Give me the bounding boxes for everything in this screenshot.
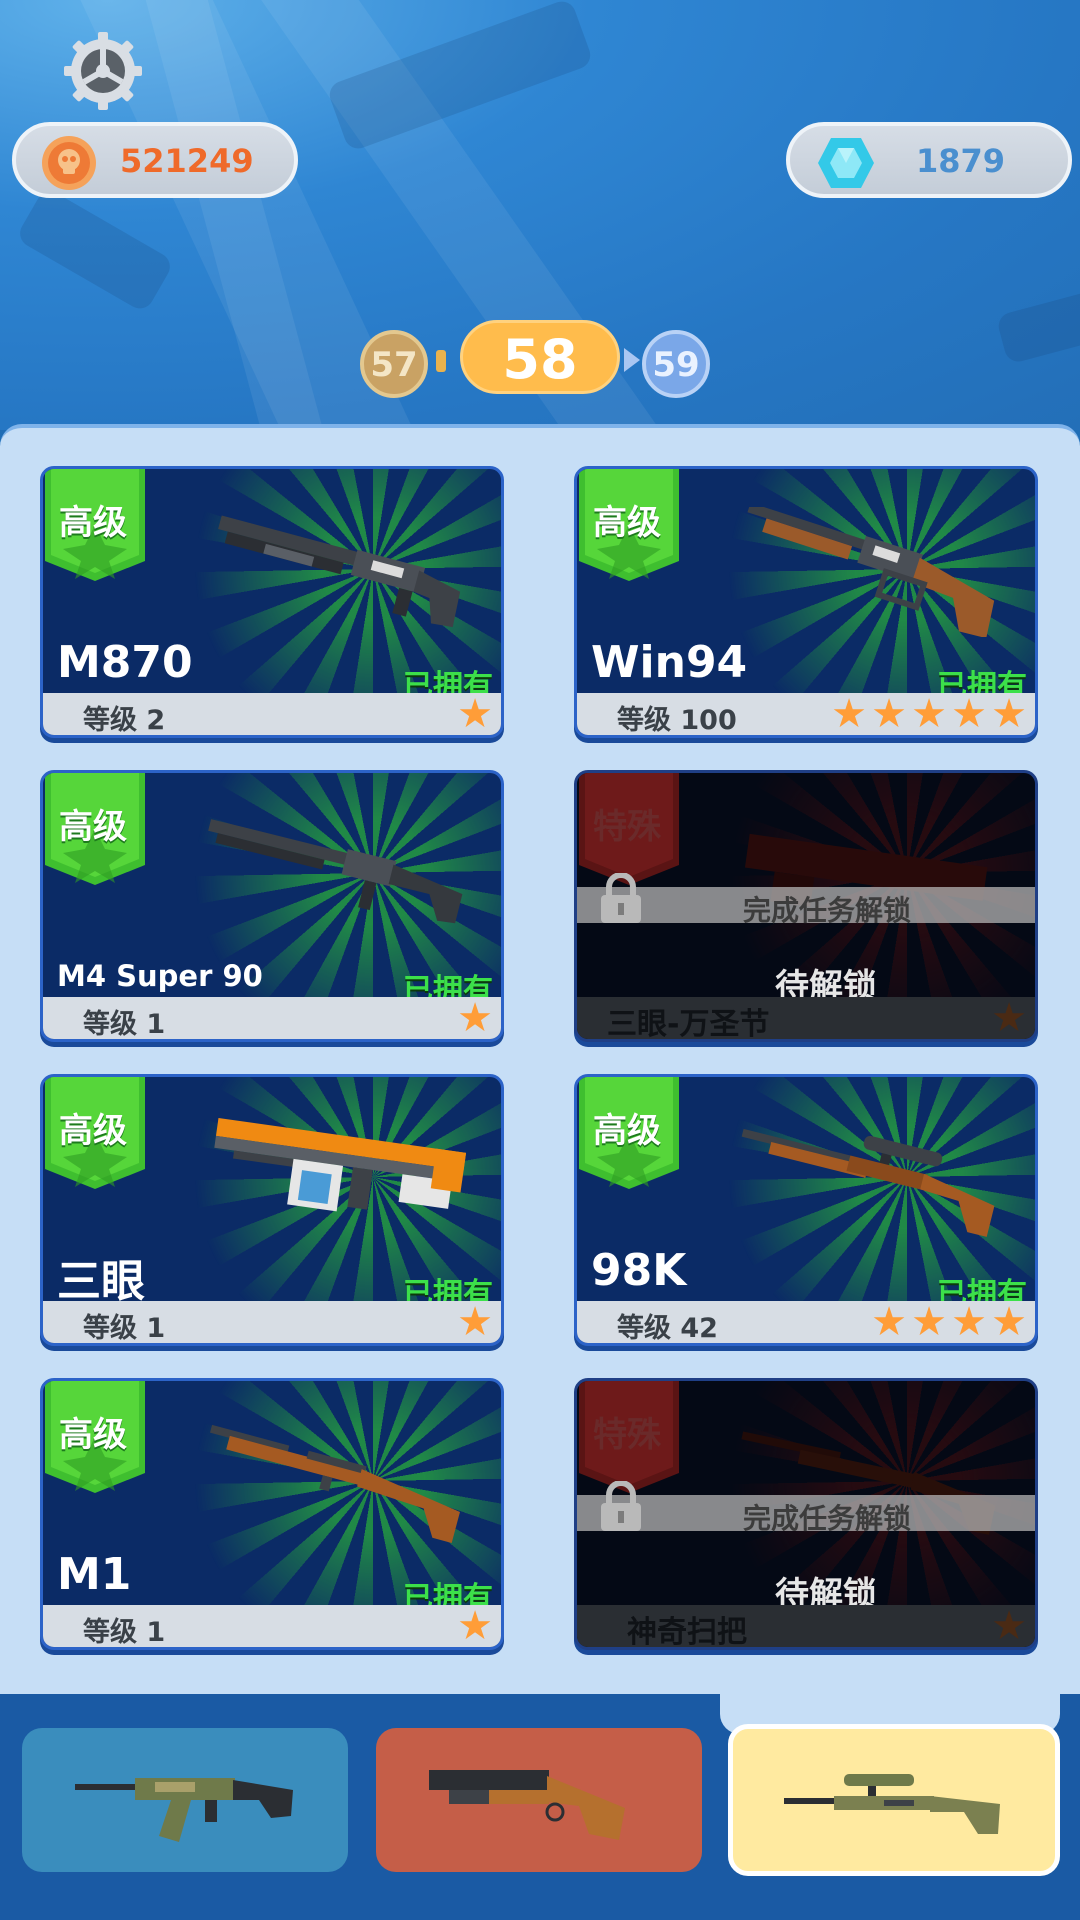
top-header: 521249 1879 57 58 59: [0, 0, 1080, 430]
star-icon: ★: [457, 1299, 493, 1345]
level-bar: 等级 100 ★ ★ ★ ★ ★: [577, 693, 1035, 735]
gem-balance[interactable]: 1879: [786, 122, 1072, 198]
star-icon: ★: [991, 995, 1027, 1041]
lock-icon: [601, 873, 641, 923]
tier-label: 高级: [59, 1111, 127, 1151]
background-gun-silhouette: [15, 186, 175, 314]
weapon-level: 等级 42: [617, 1313, 718, 1344]
star-rating: ★: [455, 1603, 495, 1649]
level-bar: 等级 2 ★: [43, 693, 501, 735]
weapon-card-m870[interactable]: 高级 M870 已拥有 等级 2 ★: [40, 466, 504, 738]
star-rating: ★: [455, 691, 495, 737]
star-icon: ★: [951, 691, 987, 737]
m1-rifle-icon: [209, 1424, 460, 1543]
tier-label: 特殊: [593, 1415, 661, 1455]
weapon-level: 等级 2: [83, 705, 166, 736]
star-rating: ★: [989, 1603, 1029, 1649]
weapon-card-sanyan[interactable]: 高级 三眼 已拥有 等级 1 ★: [40, 1074, 504, 1346]
weapon-name: M870: [57, 637, 193, 688]
lock-icon: [601, 1481, 641, 1531]
weapon-card-m4-super-90[interactable]: 高级 M4 Super 90 已拥有 等级 1 ★: [40, 770, 504, 1042]
coin-skull-icon: [42, 136, 96, 190]
weapon-name: 三眼: [57, 1256, 145, 1307]
star-rating: ★: [455, 995, 495, 1041]
level-bar: 等级 42 ★ ★ ★ ★: [577, 1301, 1035, 1343]
star-icon: ★: [911, 691, 947, 737]
shotgun-icon: [429, 1770, 625, 1840]
settings-gear-icon[interactable]: [60, 28, 146, 114]
unlock-hint-bar: 完成任务解锁: [577, 1495, 1035, 1535]
star-icon: ★: [871, 691, 907, 737]
sniper-rifle-icon: [784, 1774, 1000, 1834]
weapon-level: 等级 1: [83, 1617, 166, 1648]
star-icon: ★: [951, 1299, 987, 1345]
assault-rifle-icon: [75, 1778, 293, 1842]
coin-amount: 521249: [120, 142, 254, 180]
star-rating: ★ ★ ★ ★: [869, 1299, 1029, 1345]
star-icon: ★: [871, 1299, 907, 1345]
weapon-grid-panel: 高级 M870 已拥有 等级 2 ★ 高级 Win94 已拥有 等级 100 ★…: [0, 424, 1080, 1694]
weapon-level: 等级 1: [83, 1313, 166, 1344]
level-next-badge: 59: [642, 330, 710, 398]
unlock-hint-text: 完成任务解锁: [743, 1502, 912, 1535]
coin-balance[interactable]: 521249: [12, 122, 298, 198]
tier-label: 高级: [59, 1415, 127, 1455]
star-rating: ★: [989, 995, 1029, 1041]
sniper-rifle-icon: [741, 1128, 995, 1237]
shotgun-icon: [218, 515, 461, 628]
star-icon: ★: [911, 1299, 947, 1345]
star-icon: ★: [831, 691, 867, 737]
star-icon: ★: [991, 1603, 1027, 1649]
background-gun-silhouette: [995, 285, 1080, 365]
star-rating: ★ ★ ★ ★ ★: [829, 691, 1029, 737]
weapon-level: 等级 1: [83, 1009, 166, 1040]
weapon-card-locked-broom[interactable]: 特殊 完成任务解锁 待解锁 神奇扫把 ★: [574, 1378, 1038, 1650]
star-icon: ★: [457, 1603, 493, 1649]
unlock-hint-bar: 完成任务解锁: [577, 887, 1035, 927]
weapon-card-locked-halloween[interactable]: 特殊 完成任务解锁 待解锁 三眼-万圣节 ★: [574, 770, 1038, 1042]
star-icon: ★: [457, 995, 493, 1041]
star-icon: ★: [991, 1299, 1027, 1345]
tier-label: 特殊: [593, 807, 661, 847]
unlock-hint-text: 完成任务解锁: [743, 894, 912, 927]
weapon-card-m1[interactable]: 高级 M1 已拥有 等级 1 ★: [40, 1378, 504, 1650]
gem-amount: 1879: [916, 142, 1006, 180]
triple-barrel-gun-icon: [214, 1118, 467, 1212]
weapon-category-tabs: [0, 1694, 1080, 1920]
level-bar: 等级 1 ★: [43, 997, 501, 1039]
weapon-name: 98K: [591, 1245, 687, 1296]
level-bar: 等级 1 ★: [43, 1301, 501, 1343]
tier-label: 高级: [593, 1111, 661, 1151]
level-connector: [436, 350, 446, 372]
level-arrow-icon: [624, 348, 640, 372]
weapon-name: 神奇扫把: [627, 1615, 747, 1650]
star-icon: ★: [457, 691, 493, 737]
tier-label: 高级: [59, 807, 127, 847]
gem-icon: [818, 138, 874, 188]
level-current-badge: 58: [460, 320, 620, 394]
weapon-level: 等级 100: [617, 705, 737, 736]
level-bar: 神奇扫把 ★: [577, 1605, 1035, 1647]
weapon-name: 三眼-万圣节: [607, 1007, 770, 1042]
weapon-name: Win94: [591, 637, 748, 688]
level-previous-badge: 57: [360, 330, 428, 398]
level-bar: 等级 1 ★: [43, 1605, 501, 1647]
weapon-card-98k[interactable]: 高级 98K 已拥有 等级 42 ★ ★ ★ ★: [574, 1074, 1038, 1346]
weapon-name: M1: [57, 1549, 132, 1600]
tab-shotguns[interactable]: [376, 1728, 702, 1872]
tab-assault-rifles[interactable]: [22, 1728, 348, 1872]
tactical-shotgun-icon: [208, 819, 463, 924]
tier-label: 高级: [593, 503, 661, 543]
star-icon: ★: [991, 691, 1027, 737]
tier-label: 高级: [59, 503, 127, 543]
tab-sniper-rifles[interactable]: [728, 1724, 1060, 1876]
weapon-name: M4 Super 90: [57, 959, 263, 993]
star-rating: ★: [455, 1299, 495, 1345]
weapon-card-win94[interactable]: 高级 Win94 已拥有 等级 100 ★ ★ ★ ★ ★: [574, 466, 1038, 738]
lever-action-rifle-icon: [747, 507, 995, 637]
level-bar: 三眼-万圣节 ★: [577, 997, 1035, 1039]
